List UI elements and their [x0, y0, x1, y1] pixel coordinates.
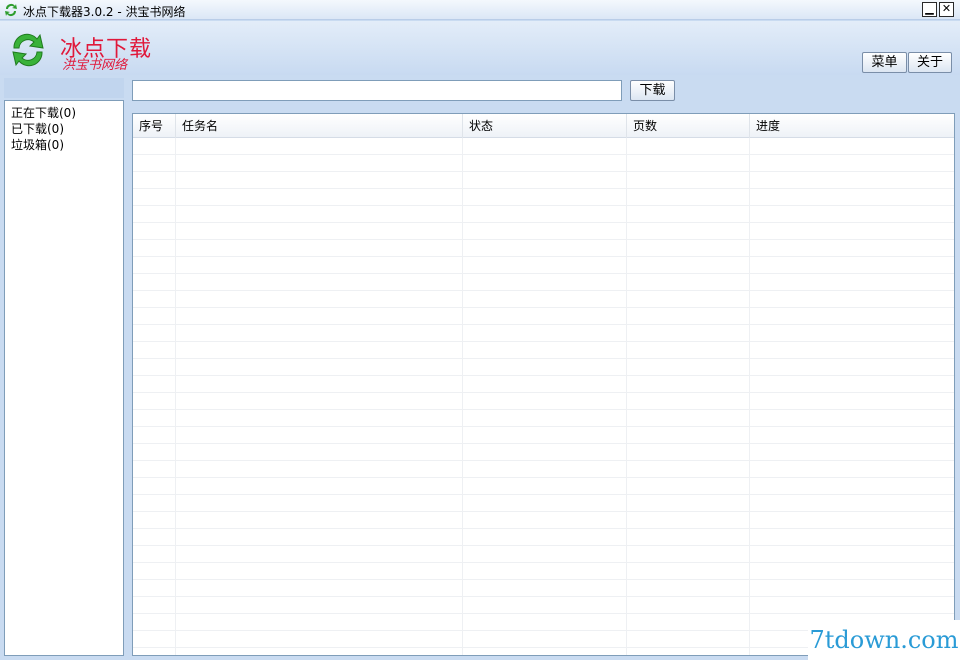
watermark: 7tdown.com	[808, 620, 960, 660]
table-header: 序号 任务名 状态 页数 进度	[133, 114, 954, 138]
close-button[interactable]: ✕	[939, 2, 954, 17]
refresh-logo-icon	[12, 33, 44, 67]
url-input[interactable]	[132, 80, 622, 101]
column-header-status[interactable]: 状态	[463, 114, 627, 138]
refresh-icon	[5, 4, 17, 17]
window-title: 冰点下载器3.0.2 - 洪宝书网络	[23, 5, 186, 19]
column-header-pages[interactable]: 页数	[627, 114, 750, 138]
column-header-task-name[interactable]: 任务名	[176, 114, 463, 138]
app-header: 冰点下载 洪宝书网络	[0, 21, 960, 75]
sidebar-item-downloaded[interactable]: 已下载(0)	[11, 120, 64, 136]
column-header-progress[interactable]: 进度	[750, 114, 954, 138]
minimize-button[interactable]: ▁	[922, 2, 937, 17]
sidebar-item-trash[interactable]: 垃圾箱(0)	[11, 136, 64, 152]
sidebar: 正在下载(0) 已下载(0) 垃圾箱(0)	[4, 100, 124, 656]
title-bar: 冰点下载器3.0.2 - 洪宝书网络 ▁ ✕	[0, 0, 960, 20]
about-button[interactable]: 关于	[908, 52, 952, 73]
task-table: 序号 任务名 状态 页数 进度	[132, 113, 955, 656]
download-button[interactable]: 下载	[630, 80, 675, 101]
column-divider	[175, 138, 176, 655]
menu-button[interactable]: 菜单	[862, 52, 907, 73]
column-divider	[626, 138, 627, 655]
column-divider	[462, 138, 463, 655]
sidebar-header	[4, 78, 124, 98]
table-body	[133, 138, 954, 655]
column-header-index[interactable]: 序号	[133, 114, 176, 138]
sidebar-item-downloading[interactable]: 正在下载(0)	[11, 104, 76, 120]
brand-subtitle: 洪宝书网络	[62, 58, 128, 73]
column-divider	[749, 138, 750, 655]
